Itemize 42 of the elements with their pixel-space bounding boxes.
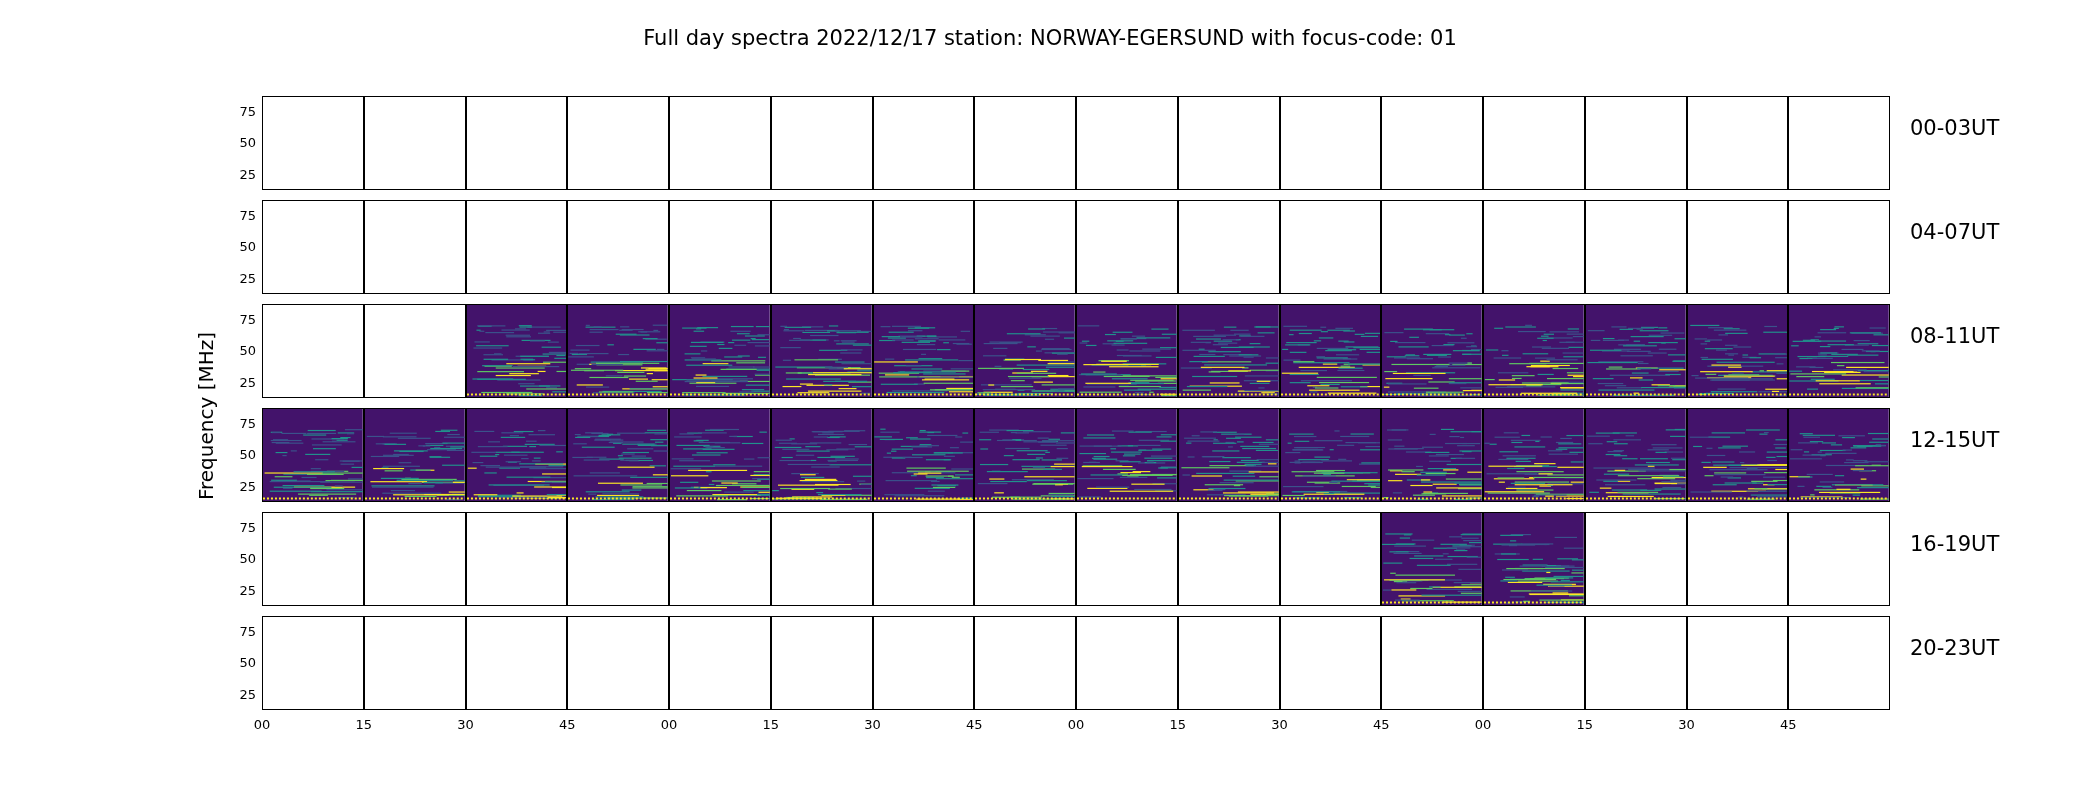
row-label: 20-23UT [1910, 635, 2000, 663]
tick-label: 45 [1373, 716, 1390, 734]
tick-label: 50 [239, 136, 256, 150]
tick-label: 15 [1169, 716, 1186, 734]
tick-label: 50 [239, 552, 256, 566]
tick-label: 75 [239, 313, 256, 327]
tick-label: 50 [239, 656, 256, 670]
tick-label: 15 [1576, 716, 1593, 734]
tick-label: 25 [239, 167, 256, 181]
row-label: 04-07UT [1910, 219, 2000, 247]
tick-label: 75 [239, 417, 256, 431]
tick-label: 50 [239, 240, 256, 254]
tick-label: 25 [239, 271, 256, 285]
chart-title: Full day spectra 2022/12/17 station: NORWAY-EGERSUND with focus-code: 01 [643, 26, 1457, 50]
tick-label: 25 [239, 375, 256, 389]
tick-label: 15 [355, 716, 372, 734]
tick-label: 30 [457, 716, 474, 734]
row-label: 16-19UT [1910, 531, 2000, 559]
tick-label: 00 [253, 716, 271, 734]
tick-label: 00 [1067, 716, 1085, 734]
tick-label: 25 [239, 479, 256, 493]
tick-label: 45 [1780, 716, 1797, 734]
tick-label: 75 [239, 625, 256, 639]
axis-label: Frequency [MHz] [193, 331, 220, 501]
tick-label: 75 [239, 105, 256, 119]
tick-label: 50 [239, 344, 256, 358]
tick-label: 00 [1474, 716, 1492, 734]
tick-label: 15 [762, 716, 779, 734]
tick-label: 45 [966, 716, 983, 734]
tick-label: 75 [239, 521, 256, 535]
tick-label: 00 [660, 716, 678, 734]
tick-label: 30 [1271, 716, 1288, 734]
tick-label: 30 [1678, 716, 1695, 734]
row-label: 00-03UT [1910, 115, 2000, 143]
tick-label: 25 [239, 583, 256, 597]
tick-label: 75 [239, 209, 256, 223]
row-label: 12-15UT [1910, 427, 2000, 455]
tick-label: 25 [239, 687, 256, 701]
tick-label: 50 [239, 448, 256, 462]
tick-label: 45 [559, 716, 576, 734]
tick-label: 30 [864, 716, 881, 734]
row-label: 08-11UT [1910, 323, 2000, 351]
